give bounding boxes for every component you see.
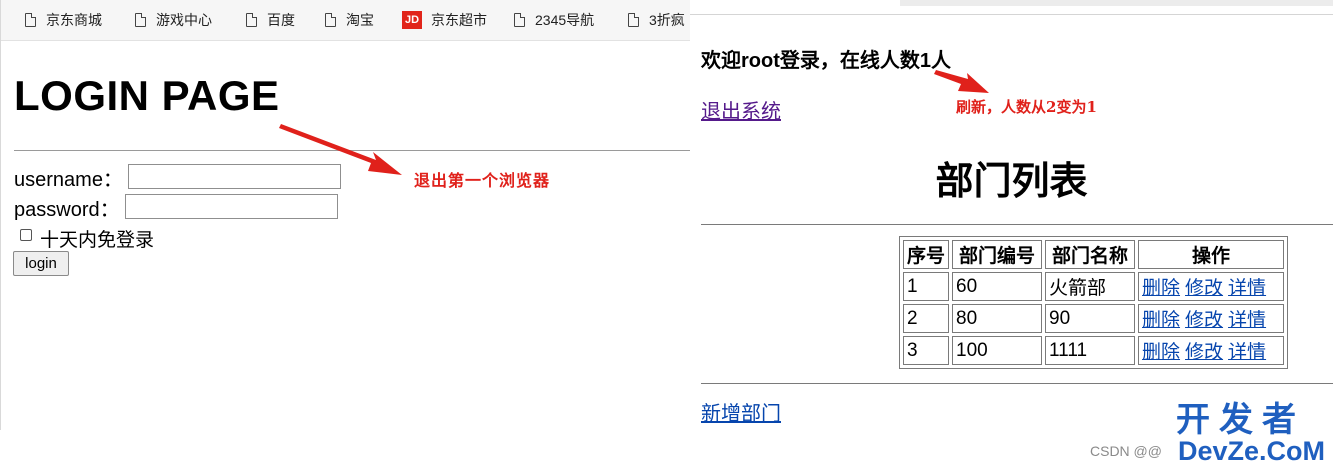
watermark-brand-domain: DevZe.CoM bbox=[1178, 436, 1326, 466]
watermark-brand: 开发者 bbox=[1176, 401, 1305, 439]
annotation-arrow-exit bbox=[279, 124, 402, 175]
watermark-csdn: CSDN @@ bbox=[1090, 443, 1162, 459]
annotation-arrow-refresh bbox=[934, 70, 989, 93]
annotation-refresh-text: 刷新，人数从2变为1 bbox=[956, 98, 1097, 116]
annotation-arrows bbox=[279, 70, 989, 175]
annotation-exit-text: 退出第一个浏览器 bbox=[414, 171, 551, 190]
